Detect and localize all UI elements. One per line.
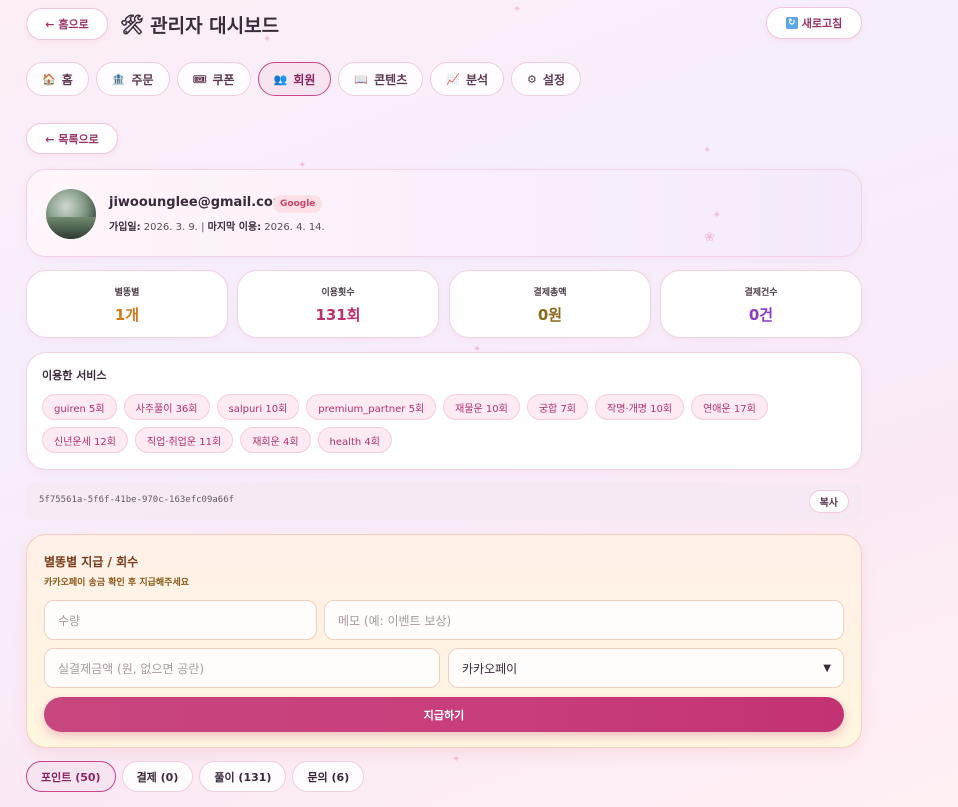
home-button-label: ← 홈으로 [45,18,89,31]
user-dates: 가입일: 2026. 3. 9. | 마지막 이용: 2026. 4. 14. [109,218,325,233]
provider-badge: Google [273,195,323,213]
tab-coupons[interactable]: 🎟 쿠폰 [176,62,251,96]
user-id-bar: 5f75561a-5f6f-41be-970c-163efc09a66f 복사 [26,483,862,520]
flower-icon: ❀ [704,230,715,245]
service-chip: premium_partner 5회 [306,394,437,420]
copy-button[interactable]: 복사 [808,490,849,513]
tab-orders[interactable]: 🏦 주문 [95,62,170,96]
payment-method-select[interactable]: 카카오페이 ▼ [448,648,844,688]
quantity-input[interactable]: 수량 [44,600,317,640]
tab-label: 콘텐츠 [374,72,408,87]
stat-payment-count: 결제건수 0건 [660,270,862,338]
services-card: 이용한 서비스 guiren 5회 사주풀이 36회 salpuri 10회 p… [26,352,862,470]
service-chip: 신년운세 12회 [42,427,128,453]
home-button[interactable]: ← 홈으로 [26,8,108,40]
tab-inquiries[interactable]: 문의 (6) [292,761,365,792]
stat-label: 결제총액 [533,288,567,298]
stat-label: 결제건수 [744,288,778,298]
separator: | [201,222,205,233]
tab-settings[interactable]: ⚙ 설정 [511,62,581,96]
avatar [46,189,96,239]
memo-input[interactable]: 메모 (예: 이벤트 보상) [324,600,844,640]
stat-value: 1개 [114,306,140,324]
service-chip: 연애운 17회 [691,394,768,420]
stat-payment-total: 결제총액 0원 [449,270,651,338]
payment-method-value: 카카오페이 [462,661,518,676]
refresh-button-label: 새로고침 [801,17,843,30]
tab-points[interactable]: 포인트 (50) [26,761,116,792]
page-title-text: 관리자 대시보드 [150,15,280,37]
user-email: jiwoounglee@gmail.com [109,195,287,210]
tab-label: 분석 [465,72,489,87]
stat-label: 별똥별 [114,288,140,298]
profile-card: jiwoounglee@gmail.com Google 가입일: 2026. … [26,169,862,257]
stat-usage-count: 이용횟수 131회 [237,270,439,338]
stat-stars: 별똥별 1개 [26,270,228,338]
grant-submit-button[interactable]: 지급하기 [44,697,844,732]
service-chip: 궁합 7회 [526,394,589,420]
tab-label: 주문 [131,72,154,87]
tab-content[interactable]: 📖 콘텐츠 [338,62,424,96]
service-chip: 재회운 4회 [240,427,311,453]
service-chip: 사주풀이 36회 [123,394,210,420]
tab-analytics[interactable]: 📈 분석 [430,62,505,96]
tab-home[interactable]: 🏠 홈 [26,62,89,96]
sparkle-icon: ✦ [703,145,712,156]
refresh-button[interactable]: ↻ 새로고침 [766,7,862,39]
joined-value: 2026. 3. 9. [143,222,198,233]
grant-panel: 별똥별 지급 / 회수 카카오페이 송금 확인 후 지급해주세요 수량 메모 (… [26,534,862,748]
grant-subtitle: 카카오페이 송금 확인 후 지급해주세요 [44,578,190,588]
services-title: 이용한 서비스 [42,369,107,382]
amount-placeholder: 실결제금액 (원, 없으면 공란) [58,661,205,676]
tab-label: 쿠폰 [212,72,235,87]
detail-tabs: 포인트 (50) 결제 (0) 풀이 (131) 문의 (6) [26,761,365,792]
gear-icon: ⚙ [527,72,537,86]
service-chip: 작명·개명 10회 [595,394,685,420]
users-icon: 👥 [273,72,288,86]
ticket-icon: 🎟 [192,72,207,86]
service-chip: 직업·취업운 11회 [134,427,234,453]
stat-value: 0건 [748,306,774,324]
back-to-list-button[interactable]: ← 목록으로 [26,123,118,154]
stat-value: 0원 [537,306,563,324]
house-icon: 🏠 [42,72,56,86]
tab-label: 홈 [61,72,73,87]
hammer-wrench-icon: 🛠 [120,14,145,36]
quantity-placeholder: 수량 [58,613,81,628]
service-chip: guiren 5회 [42,394,117,420]
service-chips: guiren 5회 사주풀이 36회 salpuri 10회 premium_p… [42,394,842,453]
tab-label: 설정 [542,72,565,87]
tab-members[interactable]: 👥 회원 [257,62,332,96]
amount-input[interactable]: 실결제금액 (원, 없으면 공란) [44,648,440,688]
last-used-label: 마지막 이용: [207,222,262,233]
chevron-down-icon: ▼ [823,662,831,674]
bank-icon: 🏦 [111,72,126,86]
book-icon: 📖 [354,72,369,86]
chart-icon: 📈 [446,72,460,86]
nav-tabs: 🏠 홈 🏦 주문 🎟 쿠폰 👥 회원 📖 콘텐츠 📈 분석 ⚙ 설정 [26,62,581,96]
sparkle-icon: ✦ [712,210,721,221]
service-chip: 재물운 10회 [443,394,520,420]
grant-title: 별똥별 지급 / 회수 [44,555,139,569]
user-id: 5f75561a-5f6f-41be-970c-163efc09a66f [39,495,235,505]
back-to-list-label: ← 목록으로 [45,132,99,146]
memo-placeholder: 메모 (예: 이벤트 보상) [338,613,452,628]
service-chip: salpuri 10회 [216,394,300,420]
refresh-icon: ↻ [785,17,798,29]
tab-payments[interactable]: 결제 (0) [121,761,194,792]
service-chip: health 4회 [317,427,392,453]
tab-readings[interactable]: 풀이 (131) [199,761,287,792]
last-used-value: 2026. 4. 14. [264,222,325,233]
sparkle-icon: ✦ [452,754,461,765]
stat-label: 이용횟수 [321,288,355,298]
joined-label: 가입일: [109,222,141,233]
tab-label: 회원 [293,72,316,87]
stat-value: 131회 [315,306,361,324]
page-title: 🛠 관리자 대시보드 [120,11,279,38]
header: ← 홈으로 🛠 관리자 대시보드 ↻ 새로고침 [26,7,862,41]
grant-submit-label: 지급하기 [423,708,465,722]
